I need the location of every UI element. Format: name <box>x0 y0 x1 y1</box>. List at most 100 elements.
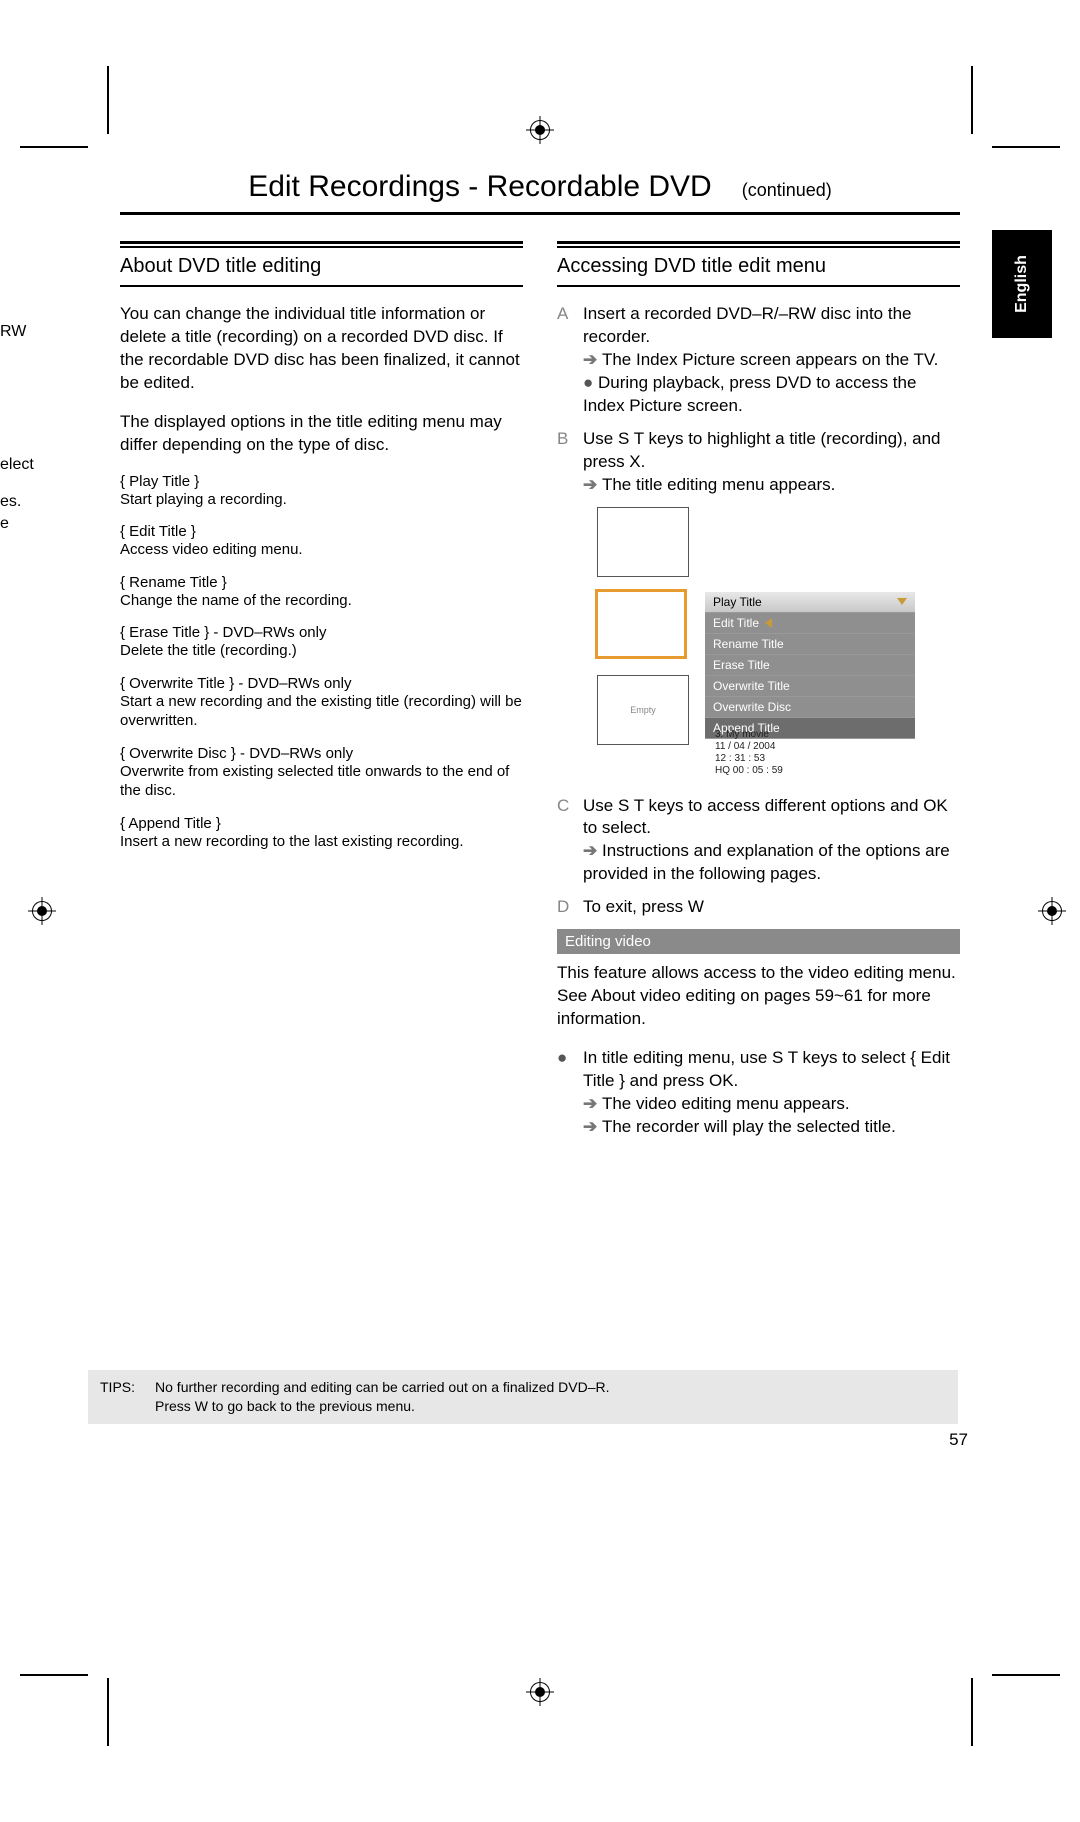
step-letter: C <box>557 795 577 887</box>
section-heading-about: About DVD title editing <box>120 254 523 287</box>
step-a: A Insert a recorded DVD–R/–RW disc into … <box>557 303 960 418</box>
option-title: { Overwrite Title } - DVD–RWs only <box>120 675 523 692</box>
arrow-icon: ➔ <box>583 475 602 494</box>
tips-bar: TIPS: No further recording and editing c… <box>88 1370 958 1424</box>
option-desc: Change the name of the recording. <box>120 591 523 611</box>
option-item: { Edit Title } Access video editing menu… <box>120 523 523 560</box>
language-tab: English <box>992 230 1052 338</box>
menu-row-rename-title: Rename Title <box>705 634 915 655</box>
title-edit-menu: Play Title Edit Title Rename Title Erase… <box>705 592 915 739</box>
menu-row-overwrite-title: Overwrite Title <box>705 676 915 697</box>
option-title: { Overwrite Disc } - DVD–RWs only <box>120 745 523 762</box>
menu-metadata: 3. My movie 11 / 04 / 2004 12 : 31 : 53 … <box>715 729 783 777</box>
arrow-icon: ➔ <box>583 841 602 860</box>
cropped-text: e <box>0 514 9 535</box>
thumbnail-empty: Empty <box>597 675 689 745</box>
tips-label: TIPS: <box>100 1378 135 1416</box>
language-label: English <box>1013 255 1031 313</box>
page-title: Edit Recordings - Recordable DVD <box>248 170 712 204</box>
step-text: In title editing menu, use S T keys to s… <box>583 1048 950 1090</box>
bullet-icon: ● <box>557 1047 577 1139</box>
registration-mark-icon <box>526 116 554 144</box>
tips-line: No further recording and editing can be … <box>155 1379 609 1395</box>
meta-line: 11 / 04 / 2004 <box>715 741 783 753</box>
editing-video-heading: Editing video <box>557 929 960 954</box>
arrow-icon: ➔ <box>583 1094 602 1113</box>
bullet-icon: ● <box>583 373 598 392</box>
right-column: Accessing DVD title edit menu A Insert a… <box>557 241 960 1149</box>
meta-line: 12 : 31 : 53 <box>715 753 783 765</box>
editing-video-bullet: ● In title editing menu, use S T keys to… <box>557 1047 960 1139</box>
section-heading-access: Accessing DVD title edit menu <box>557 254 960 287</box>
registration-mark-icon <box>28 897 56 925</box>
step-result: The title editing menu appears. <box>602 475 835 494</box>
step-result: The video editing menu appears. <box>602 1094 850 1113</box>
step-note: During playback, press DVD to access the… <box>583 373 916 415</box>
option-desc: Access video editing menu. <box>120 540 523 560</box>
step-result: Instructions and explanation of the opti… <box>583 841 950 883</box>
thumbnail-selected <box>595 589 687 659</box>
crop-mark <box>20 1674 88 1676</box>
option-title: { Rename Title } <box>120 574 523 591</box>
crop-mark <box>992 146 1060 148</box>
cropped-text: RW <box>0 322 26 343</box>
step-result: The recorder will play the selected titl… <box>602 1117 896 1136</box>
option-desc: Delete the title (recording.) <box>120 641 523 661</box>
step-letter: B <box>557 428 577 497</box>
menu-row-play-title: Play Title <box>705 592 915 613</box>
section-rule <box>557 241 960 248</box>
step-result: The Index Picture screen appears on the … <box>602 350 938 369</box>
crop-mark <box>20 146 88 148</box>
step-text: Use S T keys to access different options… <box>583 796 948 838</box>
registration-mark-icon <box>1038 897 1066 925</box>
chevron-left-icon <box>765 618 772 628</box>
step-letter: A <box>557 303 577 418</box>
section-rule <box>120 241 523 248</box>
option-item: { Play Title } Start playing a recording… <box>120 473 523 510</box>
option-desc: Start playing a recording. <box>120 490 523 510</box>
menu-row-label: Play Title <box>713 595 762 609</box>
option-title: { Erase Title } - DVD–RWs only <box>120 624 523 641</box>
menu-row-edit-title: Edit Title <box>705 613 915 634</box>
option-desc: Insert a new recording to the last exist… <box>120 832 523 852</box>
option-desc: Overwrite from existing selected title o… <box>120 762 523 801</box>
option-item: { Append Title } Insert a new recording … <box>120 815 523 852</box>
menu-row-erase-title: Erase Title <box>705 655 915 676</box>
option-item: { Erase Title } - DVD–RWs only Delete th… <box>120 624 523 661</box>
crop-mark <box>971 1678 973 1746</box>
left-column: About DVD title editing You can change t… <box>120 241 523 1149</box>
tips-line: Press W to go back to the previous menu. <box>155 1398 415 1414</box>
step-b: B Use S T keys to highlight a title (rec… <box>557 428 960 497</box>
editing-video-desc: This feature allows access to the video … <box>557 962 960 1031</box>
menu-row-label: Edit Title <box>713 616 759 630</box>
step-text: To exit, press W <box>583 897 704 916</box>
menu-row-overwrite-disc: Overwrite Disc <box>705 697 915 718</box>
page-content: Edit Recordings - Recordable DVD (contin… <box>120 170 960 1149</box>
option-item: { Overwrite Title } - DVD–RWs only Start… <box>120 675 523 731</box>
crop-mark <box>107 1678 109 1746</box>
crop-mark <box>971 66 973 134</box>
crop-mark <box>992 1674 1060 1676</box>
intro-paragraph: The displayed options in the title editi… <box>120 411 523 457</box>
option-desc: Start a new recording and the existing t… <box>120 692 523 731</box>
title-rule <box>120 212 960 215</box>
option-title: { Edit Title } <box>120 523 523 540</box>
crop-mark <box>107 66 109 134</box>
step-text: Insert a recorded DVD–R/–RW disc into th… <box>583 304 912 346</box>
arrow-icon: ➔ <box>583 350 602 369</box>
option-title: { Play Title } <box>120 473 523 490</box>
meta-line: 3. My movie <box>715 729 783 741</box>
step-d: D To exit, press W <box>557 896 960 919</box>
step-text: Use S T keys to highlight a title (recor… <box>583 429 941 471</box>
intro-paragraph: You can change the individual title info… <box>120 303 523 395</box>
cropped-text: es. <box>0 492 21 513</box>
option-item: { Rename Title } Change the name of the … <box>120 574 523 611</box>
step-c: C Use S T keys to access different optio… <box>557 795 960 887</box>
registration-mark-icon <box>526 1678 554 1706</box>
chevron-down-icon <box>897 598 907 605</box>
arrow-icon: ➔ <box>583 1117 602 1136</box>
thumbnail <box>597 507 689 577</box>
continued-label: (continued) <box>742 180 832 201</box>
option-item: { Overwrite Disc } - DVD–RWs only Overwr… <box>120 745 523 801</box>
title-edit-menu-diagram: Empty Play Title Edit Title Rename Title… <box>587 507 917 777</box>
